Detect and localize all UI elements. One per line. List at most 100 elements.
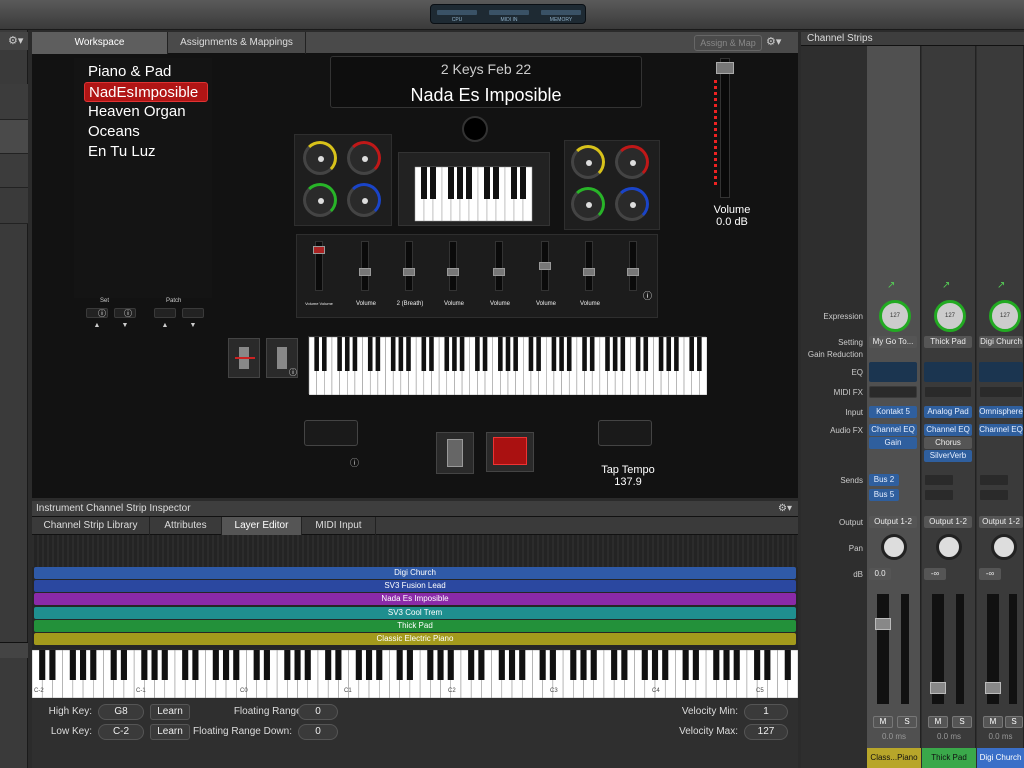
black-key[interactable] [325,650,332,680]
black-key[interactable] [559,337,564,371]
black-key[interactable] [110,650,117,680]
black-key[interactable] [355,650,362,680]
gear-icon[interactable]: ⚙▾ [8,34,23,47]
black-key[interactable] [222,650,230,680]
fader-1[interactable] [313,241,325,291]
black-key[interactable] [69,650,76,680]
expression-knob[interactable]: 127 [989,300,1021,332]
black-key[interactable] [120,650,127,680]
black-key[interactable] [482,337,488,371]
volume-fader[interactable] [930,594,946,704]
black-key[interactable] [49,650,56,680]
midi-fx-slot[interactable] [979,386,1023,398]
patch-item[interactable]: Piano & Pad [84,62,208,82]
black-key[interactable] [611,650,618,680]
layer-bar[interactable]: Digi Church [34,567,796,579]
black-key[interactable] [666,337,672,371]
high-key-learn-button[interactable]: Learn [150,704,190,720]
tab-workspace[interactable]: Workspace [32,32,168,54]
knob-blue[interactable] [347,183,381,217]
black-key[interactable] [589,337,595,371]
black-key[interactable] [39,650,46,680]
black-key[interactable] [536,337,541,371]
black-key[interactable] [406,337,411,371]
black-key[interactable] [427,650,434,680]
black-key[interactable] [697,337,702,371]
black-key[interactable] [80,650,87,680]
gear-icon[interactable]: ⚙▾ [766,35,794,51]
layer-bar[interactable]: Classic Electric Piano [34,633,796,645]
pad-left[interactable] [304,420,358,446]
knob-yellow[interactable] [303,141,337,175]
black-key[interactable] [376,650,383,680]
fader-2[interactable] [359,241,371,291]
black-key[interactable] [406,650,413,680]
send-button[interactable]: Bus 2 [869,474,899,486]
record-arrow-icon[interactable]: ↗ [887,280,895,291]
velocity-max-stepper[interactable]: 127 [744,724,788,740]
black-key[interactable] [658,337,664,371]
black-key[interactable] [662,650,669,680]
tab-midi-input[interactable]: MIDI Input [302,517,376,535]
black-key[interactable] [519,650,526,680]
solo-button[interactable]: S [1005,716,1023,728]
floating-range-down-stepper[interactable]: 0 [298,724,338,740]
black-key[interactable] [682,650,689,680]
solo-button[interactable]: S [952,716,972,728]
fader-5[interactable] [493,241,505,291]
black-key[interactable] [566,337,572,371]
black-key[interactable] [620,337,626,371]
black-key[interactable] [421,337,427,371]
black-key[interactable] [233,650,240,680]
black-key[interactable] [429,337,434,371]
black-key[interactable] [605,337,610,371]
audio-fx-slot[interactable]: Channel EQ [869,424,917,436]
pad-right[interactable] [598,420,652,446]
knob-red[interactable] [615,145,649,179]
black-key[interactable] [352,337,358,371]
send-slot[interactable] [924,489,954,501]
output-button[interactable]: Output 1-2 [924,516,972,528]
expression-pedal[interactable] [486,432,534,472]
expression-knob[interactable]: 127 [934,300,966,332]
black-key[interactable] [582,337,587,371]
tab-layer-editor[interactable]: Layer Editor [222,517,302,535]
patch-item[interactable]: Oceans [84,122,208,142]
midi-fx-slot[interactable] [924,386,972,398]
fader-7[interactable] [583,241,595,291]
black-key[interactable] [580,650,587,680]
input-button[interactable]: Omnisphere [979,406,1023,418]
patch-item[interactable]: Heaven Organ [84,102,208,122]
black-key[interactable] [539,650,546,680]
black-key[interactable] [754,650,761,680]
black-key[interactable] [570,650,577,680]
input-button[interactable]: Analog Pad [924,406,972,418]
sustain-pedal[interactable] [436,432,474,474]
tap-tempo[interactable]: Tap Tempo 137.9 [568,464,688,488]
black-key[interactable] [621,650,628,680]
send-button[interactable]: Bus 5 [869,489,899,501]
expression-knob[interactable]: 127 [879,300,911,332]
black-key[interactable] [549,650,556,680]
black-key[interactable] [344,337,350,371]
black-key[interactable] [437,650,444,680]
black-key[interactable] [182,650,189,680]
black-key[interactable] [723,650,730,680]
knob-yellow[interactable] [571,145,605,179]
fader-8[interactable] [627,241,639,291]
layer-bar[interactable]: Nada Es Imposible [34,593,796,605]
layer-keyboard-keys[interactable] [31,649,799,699]
tab-attributes[interactable]: Attributes [150,517,222,535]
black-key[interactable] [444,337,450,371]
setting-button[interactable]: Thick Pad [924,336,972,348]
midi-fx-slot[interactable] [869,386,917,398]
black-key[interactable] [192,650,199,680]
black-key[interactable] [612,337,618,371]
black-key[interactable] [508,650,516,680]
black-key[interactable] [253,650,260,680]
fader-4[interactable] [447,241,459,291]
record-arrow-icon[interactable]: ↗ [942,280,950,291]
black-key[interactable] [396,650,403,680]
audio-fx-slot[interactable]: SilverVerb [924,450,972,462]
send-slot[interactable] [979,474,1009,486]
